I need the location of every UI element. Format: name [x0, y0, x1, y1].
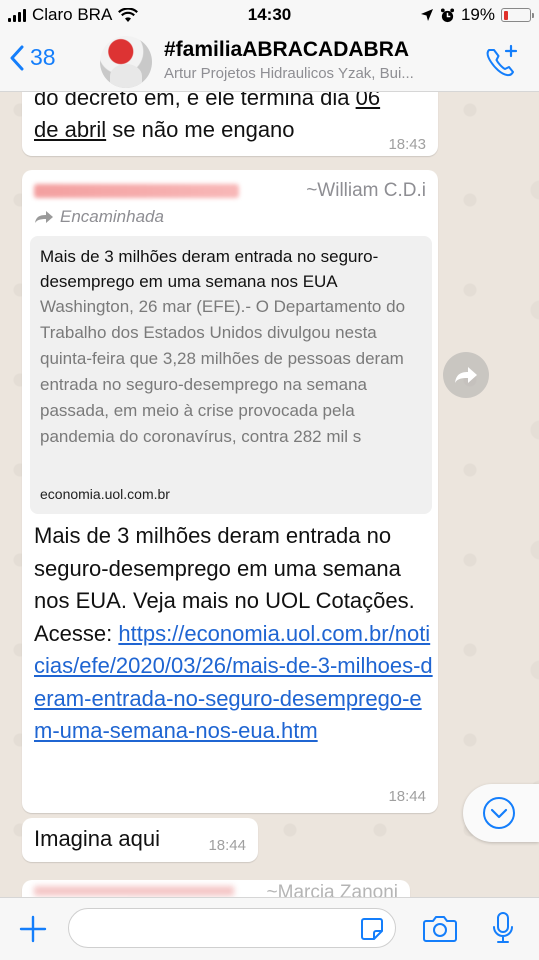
forward-arrow-icon — [35, 211, 53, 223]
unread-count: 38 — [30, 44, 56, 70]
message-time: 18:43 — [388, 136, 426, 153]
message-text: Mais de 3 milhões deram entrada no segur… — [34, 523, 433, 743]
message-bubble-forwarded[interactable]: ~William C.D.i Encaminhada Mais de 3 mil… — [22, 170, 438, 813]
input-bar — [0, 897, 539, 960]
chevron-left-icon — [10, 45, 24, 70]
plus-icon — [19, 915, 47, 943]
microphone-icon — [493, 912, 513, 943]
battery-percent: 19% — [460, 5, 495, 24]
sticker-button[interactable] — [360, 917, 384, 946]
message-time: 18:44 — [388, 788, 426, 805]
group-avatar[interactable] — [100, 36, 152, 88]
forwarded-label: Encaminhada — [34, 207, 164, 227]
sender-name[interactable]: ~William C.D.i — [306, 180, 426, 202]
attach-button[interactable] — [18, 914, 48, 949]
chat-header: 38 #familiaABRACADABRA Artur Projetos Hi… — [0, 30, 539, 92]
sender-phone-redacted — [34, 886, 234, 896]
message-bubble[interactable]: Imagina aqui 18:44 — [22, 818, 258, 862]
alarm-icon — [440, 7, 455, 22]
group-members[interactable]: Artur Projetos Hidraulicos Yzak, Bui... — [164, 65, 454, 82]
scroll-to-bottom-button[interactable] — [463, 784, 539, 842]
forward-button[interactable] — [443, 352, 489, 398]
sticker-icon — [361, 918, 383, 940]
forward-icon — [455, 367, 477, 383]
phone-plus-icon — [486, 44, 518, 77]
message-text: Imagina aqui — [34, 826, 160, 851]
group-title[interactable]: #familiaABRACADABRA — [164, 38, 409, 62]
chevron-down-circle-icon — [483, 797, 515, 829]
battery-icon — [501, 8, 534, 22]
preview-description: Washington, 26 mar (EFE).- O Departament… — [40, 297, 406, 446]
message-time: 18:44 — [208, 837, 246, 854]
status-right: 19% — [420, 5, 534, 25]
battery-level — [503, 10, 509, 20]
message-input[interactable] — [68, 908, 396, 948]
back-button[interactable]: 38 — [10, 44, 56, 71]
link-preview[interactable]: Mais de 3 milhões deram entrada no segur… — [30, 236, 432, 514]
camera-icon — [423, 916, 457, 942]
add-call-button[interactable] — [483, 44, 519, 83]
message-bubble[interactable]: do decreto em, e ele termina dia 06 de a… — [22, 82, 438, 156]
camera-button[interactable] — [423, 914, 457, 947]
preview-title: Mais de 3 milhões deram entrada no segur… — [40, 247, 379, 291]
microphone-button[interactable] — [492, 912, 514, 949]
preview-domain: economia.uol.com.br — [40, 486, 170, 502]
location-icon — [420, 9, 433, 21]
status-bar: Claro BRA 14:30 19% — [0, 0, 539, 30]
sender-phone-redacted — [34, 184, 239, 198]
